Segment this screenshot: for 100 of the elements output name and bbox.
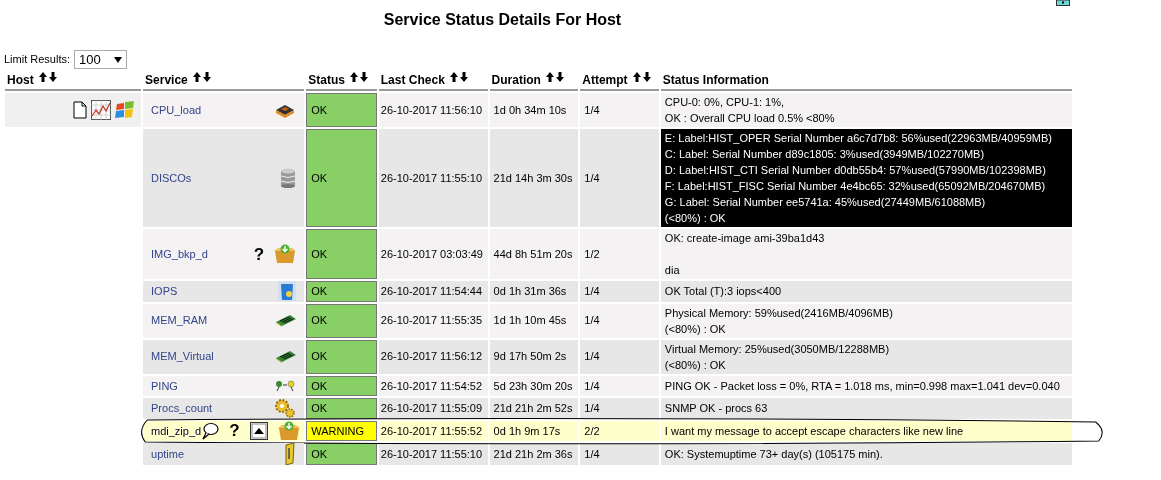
status-text: OK: Systemuptime 73+ day(s) (105175 min). <box>664 447 884 462</box>
table-cell: 1/4 <box>580 375 659 396</box>
table-cell: 26-10-2017 11:56:12 <box>378 339 488 374</box>
ping-icon[interactable] <box>274 379 297 392</box>
table-cell: 21d 14h 3m 30s <box>489 129 579 227</box>
status-text: PING OK - Packet loss = 0%, RTA = 1.018 ms, min=0.998 max=1.041 dev=0.040 <box>664 378 1061 394</box>
status-cell: OK <box>306 93 377 127</box>
sort-icon[interactable] <box>448 72 469 82</box>
status-cell: OK <box>306 398 377 419</box>
status-text: C: Label: Serial Number d89c1805: 3%used(3949MB/102270MB) <box>664 147 986 162</box>
status-text: Physical Memory: 59%used(2416MB/4096MB) <box>664 305 894 321</box>
status-cell: OK <box>306 339 377 374</box>
column-header[interactable]: Duration <box>491 73 541 87</box>
table-cell: 1/4 <box>580 93 659 127</box>
status-cell: OK <box>306 229 377 279</box>
database-icon[interactable] <box>280 168 297 188</box>
bin-icon[interactable] <box>278 281 297 302</box>
table-cell: 5d 23h 30m 20s <box>489 375 579 396</box>
table-cell: 2/2 <box>580 420 659 441</box>
service-link[interactable]: PING <box>151 377 178 394</box>
table-cell: 9d 17h 50m 2s <box>489 339 579 374</box>
gears-icon[interactable] <box>274 398 297 419</box>
service-link[interactable]: MEM_Virtual <box>151 348 214 365</box>
sort-icon[interactable] <box>631 72 652 82</box>
service-link[interactable]: IOPS <box>151 283 178 300</box>
status-text: dia <box>664 263 681 278</box>
status-text: E: Label:HIST_OPER Serial Number a6c7d7b8: 56%used(22963MB/40959MB) <box>664 131 1053 146</box>
sort-icon[interactable] <box>348 72 369 82</box>
status-text: OK: create-image ami-39ba1d43 <box>664 231 826 246</box>
column-header[interactable]: Attempt <box>582 73 628 87</box>
status-text: I want my message to accept escape characters like new line <box>664 423 965 439</box>
table-cell: 26-10-2017 11:55:10 <box>378 129 488 227</box>
status-cell: OK <box>306 129 377 227</box>
status-text: (<80%) : OK <box>664 357 727 373</box>
status-text: OK Total (T):3 iops<400 <box>664 284 783 300</box>
status-cell: WARNING <box>306 420 377 441</box>
graph-icon[interactable] <box>91 100 112 120</box>
table-cell: 26-10-2017 03:03:49 <box>378 229 488 279</box>
status-text: G: Label: Serial Number ee5741a: 45%used(27449MB/61088MB) <box>664 195 987 210</box>
status-text: D: Label:HIST_CTI Serial Number d0db55b4: 57%used(57990MB/102398MB) <box>664 163 1047 178</box>
limit-label: Limit Results: <box>4 52 71 68</box>
table-cell: 26-10-2017 11:55:35 <box>378 303 488 338</box>
help-icon[interactable]: ? <box>253 245 265 263</box>
status-cell: OK <box>306 281 377 302</box>
table-cell: 0d 1h 9m 17s <box>489 420 579 441</box>
column-header[interactable]: Last Check <box>380 73 445 87</box>
status-cell: OK <box>306 443 377 465</box>
sort-icon[interactable] <box>191 72 212 82</box>
table-cell: 26-10-2017 11:55:09 <box>378 398 488 419</box>
service-link[interactable]: IMG_bkp_d <box>151 245 208 263</box>
table-cell: 1/4 <box>580 339 659 374</box>
table-cell: 1/4 <box>580 129 659 227</box>
column-header: Status Information <box>662 73 769 87</box>
windows-logo-icon[interactable] <box>115 100 136 120</box>
status-text: F: Label:HIST_FISC Serial Number 4e4bc65: 32%used(65092MB/204670MB) <box>664 179 1047 194</box>
status-text: (<80%) : OK <box>664 211 727 226</box>
status-text: Virtual Memory: 25%used(3050MB/12288MB) <box>664 341 891 357</box>
service-link[interactable]: CPU_load <box>151 101 202 119</box>
service-link[interactable]: DISCOs <box>151 169 192 187</box>
package-icon[interactable] <box>277 420 300 441</box>
gauge-icon[interactable] <box>284 443 297 465</box>
table-cell: 21d 21h 2m 36s <box>489 443 579 465</box>
table-cell: 1/4 <box>580 443 659 465</box>
table-cell: 1/4 <box>580 281 659 302</box>
column-header[interactable]: Service <box>145 73 188 87</box>
status-text: CPU-0: 0%, CPU-1: 1%, <box>664 95 786 110</box>
service-link[interactable]: mdi_zip_d <box>151 422 202 439</box>
comment-icon[interactable] <box>201 421 220 440</box>
memory-module-icon[interactable] <box>276 350 297 363</box>
sort-icon[interactable] <box>544 72 565 82</box>
column-header[interactable]: Host <box>7 73 34 87</box>
help-icon[interactable]: ? <box>229 422 240 440</box>
table-cell: 1/4 <box>580 303 659 338</box>
service-link[interactable]: MEM_RAM <box>151 312 208 329</box>
table-cell: 26-10-2017 11:54:44 <box>378 281 488 302</box>
service-link[interactable]: uptime <box>151 445 185 463</box>
table-cell: 26-10-2017 11:54:52 <box>378 375 488 396</box>
document-icon[interactable] <box>73 101 88 119</box>
table-cell: 44d 8h 51m 20s <box>489 229 579 279</box>
table-cell: 1/4 <box>580 398 659 419</box>
table-cell: 26-10-2017 11:55:10 <box>378 443 488 465</box>
page-title: Service Status Details For Host <box>383 10 622 30</box>
table-cell: 1d 0h 34m 10s <box>489 93 579 127</box>
acknowledge-icon[interactable] <box>249 421 268 440</box>
memory-module-icon[interactable] <box>276 314 297 327</box>
caret-icon <box>114 56 123 63</box>
sort-icon[interactable] <box>37 72 58 82</box>
status-text: OK : Overall CPU load 0.5% <80% <box>664 111 836 126</box>
column-header[interactable]: Status <box>308 73 345 87</box>
table-cell: 0d 1h 31m 36s <box>489 281 579 302</box>
limit-select[interactable]: 100 <box>74 50 128 69</box>
table-cell: 1/2 <box>580 229 659 279</box>
table-cell: 1d 1h 10m 45s <box>489 303 579 338</box>
chip-icon[interactable] <box>274 102 297 118</box>
table-cell: 26-10-2017 11:55:52 <box>378 420 488 441</box>
status-text: (<80%) : OK <box>664 321 727 337</box>
table-cell: 21d 21h 2m 52s <box>489 398 579 419</box>
status-text: SNMP OK - procs 63 <box>664 401 769 417</box>
table-cell: 26-10-2017 11:56:10 <box>378 93 488 127</box>
status-cell: OK <box>306 303 377 338</box>
